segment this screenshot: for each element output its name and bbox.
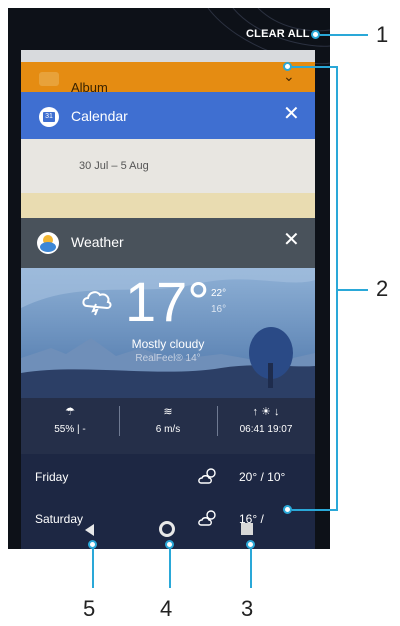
low-temperature: 16° [211,304,227,315]
calendar-event-stripe [21,193,315,218]
sunrise-sunset-icon: ↑ ☀ ↓ [252,406,280,418]
forecast-day: Friday [35,470,69,484]
cloud-lightning-icon [79,286,115,321]
weather-stats-bar: ☂ 55% | - ≋ 6 m/s ↑ ☀ ↓ 06:41 19:07 [21,398,315,454]
callout-1-line [320,34,368,36]
callout-2-number: 2 [376,276,389,301]
callout-1-number: 1 [376,22,389,47]
weather-description: Mostly cloudy [131,337,205,351]
callout-2-line-bottom [292,509,338,511]
close-icon[interactable]: ✕ [283,230,300,250]
calendar-date-range: 30 Jul – 5 Aug [79,160,149,172]
forecast-temps: 20° / 10° [239,470,286,484]
callout-3-number: 3 [241,596,254,621]
callout-3-line [250,548,252,588]
humidity-value: 55% | - [54,424,86,435]
weather-card-header: Weather ✕ [21,218,315,268]
clear-all-button[interactable]: CLEAR ALL [246,28,310,40]
callout-1-dot [311,30,320,39]
recent-card-calendar[interactable]: 31 Calendar ✕ 30 Jul – 5 Aug [21,92,315,218]
close-icon[interactable]: ✕ [283,104,300,124]
weather-app-icon [37,232,59,254]
calendar-card-title: Calendar [71,108,128,124]
callout-4-line [169,548,171,588]
phone-screen: CLEAR ALL Album ⌄ 31 Calendar ✕ 30 Jul –… [8,8,330,549]
high-temperature: 22° [211,288,227,299]
wind-icon: ≋ [163,406,173,418]
album-icon [39,72,59,86]
back-icon[interactable] [85,524,94,536]
sunrise-sunset-value: 06:41 19:07 [239,424,293,435]
real-feel: RealFeel® 14° [135,353,201,364]
current-temperature: 17° [125,270,210,333]
callout-5-number: 5 [83,596,96,621]
weather-card-title: Weather [71,234,124,250]
wind-value: 6 m/s [155,424,181,435]
album-card-title: Album [71,80,108,92]
calendar-card-header: 31 Calendar ✕ [21,92,315,139]
umbrella-icon: ☂ [65,406,75,418]
callout-2-line-label [338,289,368,291]
callout-2-dot-bottom [283,505,292,514]
callout-2-line-top [292,66,338,68]
calendar-icon: 31 [39,107,59,127]
sun-stat: ↑ ☀ ↓ 06:41 19:07 [217,404,315,435]
humidity-stat: ☂ 55% | - [21,404,119,435]
recent-card-weather[interactable]: Weather ✕ 17° 22° 16° Mostly cloudy Real… [21,218,315,549]
forecast-row: Friday 20° / 10° [21,458,315,498]
recents-icon[interactable] [241,523,253,535]
callout-5-line [92,548,94,588]
partly-cloudy-icon [197,466,219,491]
callout-2-dot-top [283,62,292,71]
callout-4-number: 4 [160,596,173,621]
home-icon[interactable] [159,521,175,537]
album-card-edge [21,50,315,62]
wind-stat: ≋ 6 m/s [119,404,217,435]
recent-card-album[interactable]: Album ⌄ [21,50,315,92]
